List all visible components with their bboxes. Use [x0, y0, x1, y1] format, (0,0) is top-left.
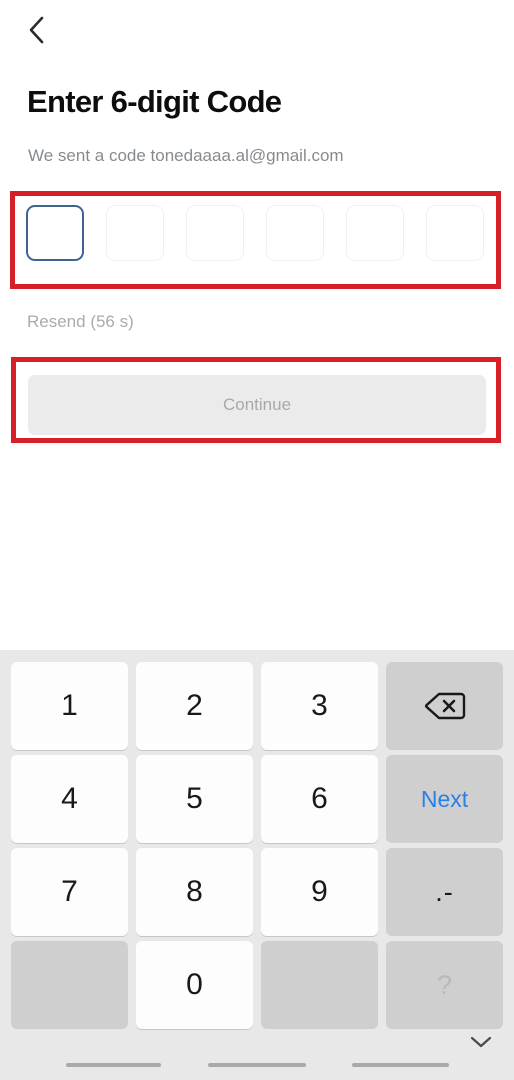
- otp-digit-5[interactable]: [346, 205, 404, 261]
- otp-digit-3[interactable]: [186, 205, 244, 261]
- hide-keyboard-button[interactable]: [466, 1032, 496, 1056]
- chevron-left-icon: [26, 14, 46, 46]
- keyboard-grid: 1 2 3 4 5 6 Next 7 8 9 .- 0 ?: [0, 662, 514, 1029]
- next-key[interactable]: Next: [386, 755, 503, 843]
- key-dot-dash[interactable]: .-: [386, 848, 503, 936]
- continue-button[interactable]: Continue: [28, 375, 486, 435]
- otp-input-row[interactable]: [26, 205, 488, 265]
- otp-digit-6[interactable]: [426, 205, 484, 261]
- key-4[interactable]: 4: [11, 755, 128, 843]
- key-blank-right[interactable]: [261, 941, 378, 1029]
- key-2[interactable]: 2: [136, 662, 253, 750]
- resend-code-link[interactable]: Resend (56 s): [27, 312, 134, 332]
- backspace-key[interactable]: [386, 662, 503, 750]
- backspace-icon: [423, 690, 467, 722]
- key-blank-left[interactable]: [11, 941, 128, 1029]
- otp-digit-2[interactable]: [106, 205, 164, 261]
- key-7[interactable]: 7: [11, 848, 128, 936]
- key-0[interactable]: 0: [136, 941, 253, 1029]
- gesture-hint-1[interactable]: [66, 1063, 161, 1067]
- system-navigation-bar: [0, 1030, 514, 1080]
- otp-digit-1[interactable]: [26, 205, 84, 261]
- key-6[interactable]: 6: [261, 755, 378, 843]
- numeric-keyboard: 1 2 3 4 5 6 Next 7 8 9 .- 0 ?: [0, 650, 514, 1030]
- key-5[interactable]: 5: [136, 755, 253, 843]
- gesture-hint-2[interactable]: [208, 1063, 306, 1067]
- page-subtitle: We sent a code tonedaaaa.al@gmail.com: [28, 146, 344, 165]
- key-1[interactable]: 1: [11, 662, 128, 750]
- chevron-down-icon: [468, 1033, 494, 1056]
- key-question-mark[interactable]: ?: [386, 941, 503, 1029]
- key-8[interactable]: 8: [136, 848, 253, 936]
- key-9[interactable]: 9: [261, 848, 378, 936]
- page-title: Enter 6-digit Code: [27, 84, 282, 119]
- gesture-hint-3[interactable]: [352, 1063, 449, 1067]
- key-3[interactable]: 3: [261, 662, 378, 750]
- top-app-bar: [0, 0, 514, 58]
- otp-digit-4[interactable]: [266, 205, 324, 261]
- back-button[interactable]: [14, 8, 58, 52]
- otp-verification-screen: Enter 6-digit Code We sent a code toneda…: [0, 0, 514, 1080]
